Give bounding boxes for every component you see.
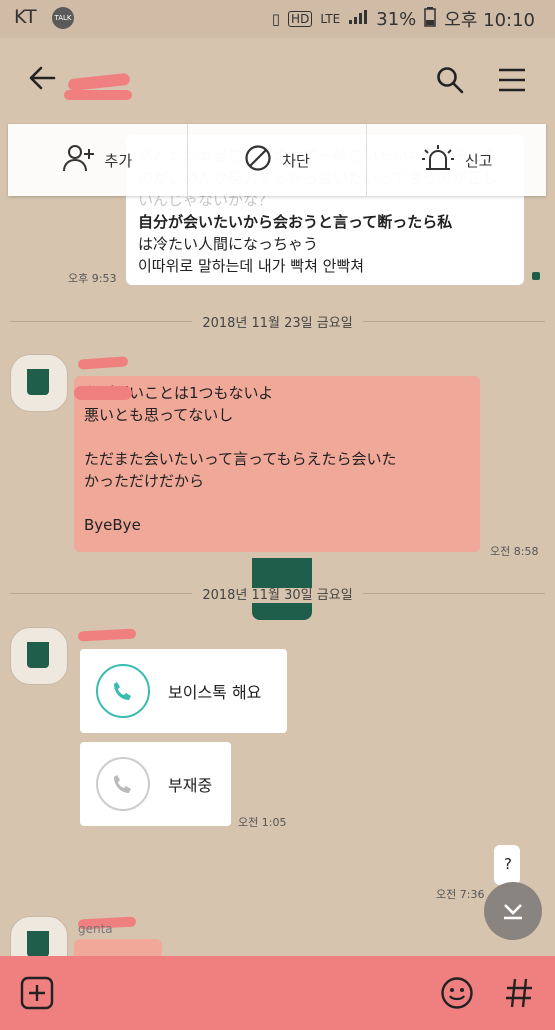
redacted-sender-name <box>77 356 129 370</box>
message-time: 오후 9:53 <box>68 272 117 285</box>
block-icon <box>244 144 272 176</box>
message-line: は冷たい人間になっちゃう <box>138 235 319 253</box>
mug-icon <box>27 642 49 668</box>
block-button[interactable]: 차단 <box>188 124 368 196</box>
message-line: ByeBye <box>84 516 141 534</box>
redacted-word <box>74 386 132 400</box>
vibrate-icon: ▯ <box>271 10 281 28</box>
menu-icon[interactable] <box>498 68 526 96</box>
mug-icon <box>27 931 49 957</box>
status-bar: KT TALK ▯ HD LTE 31% 오후 10:10 <box>0 0 555 38</box>
voice-call-icon <box>96 664 150 718</box>
missed-call-label: 부재중 <box>168 776 213 795</box>
block-label: 차단 <box>282 151 310 170</box>
avatar[interactable] <box>10 354 68 412</box>
date-label: 2018년 11월 23일 금요일 <box>192 316 363 331</box>
report-button[interactable]: 신고 <box>367 124 546 196</box>
redacted-chat-name <box>67 72 131 92</box>
message-time: 오전 1:05 <box>238 816 287 829</box>
message-line: 悪いとも思ってないし <box>84 406 234 424</box>
date-label: 2018년 11월 30일 금요일 <box>192 588 363 603</box>
redacted-chat-name-2 <box>64 90 132 100</box>
message-line <box>84 426 468 448</box>
date-divider: 2018년 11월 23일 금요일 <box>0 312 555 331</box>
kakaotalk-icon: TALK <box>52 7 74 29</box>
missed-call-card[interactable]: 부재중 <box>80 742 231 826</box>
add-label: 추가 <box>104 151 133 170</box>
missed-call-icon <box>96 757 150 811</box>
message-line: 이따위로 말하는데 내가 빡쳐 안빡쳐 <box>138 257 365 275</box>
search-icon[interactable] <box>436 66 464 98</box>
add-attachment-icon[interactable] <box>20 976 54 1014</box>
sender-name-partial: genta <box>78 922 113 936</box>
carrier-name: KT <box>14 6 37 28</box>
input-bar <box>0 956 555 1030</box>
chat-action-menu: 추가 차단 신고 <box>8 124 546 196</box>
back-arrow-icon[interactable] <box>28 64 56 96</box>
chat-header <box>0 38 555 123</box>
battery-percent: 31% <box>376 8 417 30</box>
avatar[interactable] <box>10 627 68 685</box>
report-label: 신고 <box>464 151 493 170</box>
voicetalk-card[interactable]: 보이스톡 해요 <box>80 649 287 733</box>
message-line: ただまた会いたいって言ってもらえたら会いた <box>84 450 397 468</box>
hashtag-search-icon[interactable] <box>504 976 534 1014</box>
battery-icon <box>424 6 437 32</box>
network-type: LTE <box>320 12 341 26</box>
hd-icon: HD <box>288 11 313 27</box>
message-line <box>84 492 468 514</box>
emoji-icon[interactable] <box>440 976 474 1014</box>
message-text: ? <box>504 855 512 873</box>
message-line: 自分が会いたいから会おうと言って断ったら私 <box>138 213 453 231</box>
message-bubble-highlighted: 私が悪いことは1つもないよ 悪いとも思ってないし ただまた会いたいって言ってもら… <box>74 376 480 552</box>
scroll-to-bottom-button[interactable] <box>484 882 542 940</box>
mug-icon <box>27 369 49 395</box>
date-divider: 2018년 11월 30일 금요일 <box>0 584 555 603</box>
arrow-down-icon <box>501 897 525 925</box>
status-right: ▯ HD LTE 31% 오후 10:10 <box>272 6 535 32</box>
message-line: 私が悪いことは1つもないよ <box>84 384 274 402</box>
message-bubble-mine: ? <box>494 845 520 885</box>
read-icon <box>532 272 540 280</box>
message-line: かっただけだから <box>84 472 205 490</box>
siren-icon <box>421 144 455 176</box>
message-time: 오전 8:58 <box>490 545 539 558</box>
add-person-icon <box>62 144 95 176</box>
clock: 오후 10:10 <box>444 10 535 31</box>
signal-icon <box>348 9 368 30</box>
voicetalk-label: 보이스톡 해요 <box>168 683 262 702</box>
add-friend-button[interactable]: 추가 <box>8 124 188 196</box>
message-time: 오전 7:36 <box>436 888 485 901</box>
redacted-sender-name <box>77 628 137 642</box>
